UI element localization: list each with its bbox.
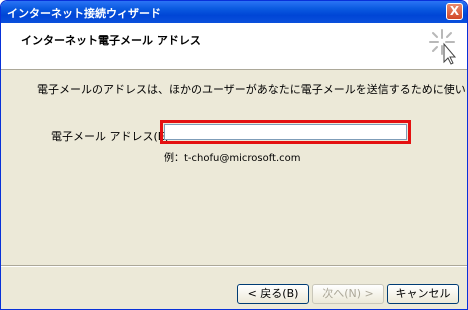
cancel-button[interactable]: キャンセル xyxy=(387,284,459,304)
wizard-content: 電子メールのアドレスは、ほかのユーザーがあなたに電子メールを送信するために使いま… xyxy=(1,70,467,265)
page-title: インターネット電子メール アドレス xyxy=(21,34,201,47)
email-address-input[interactable] xyxy=(160,120,411,144)
wizard-header: インターネット電子メール アドレス xyxy=(1,23,467,70)
email-address-label: 電子メール アドレス(E): xyxy=(51,130,173,143)
title-bar[interactable]: インターネット接続ウィザード X xyxy=(1,1,467,23)
back-button[interactable]: < 戻る(B) xyxy=(237,284,309,304)
email-example-text: 例：t-chofu@microsoft.com xyxy=(164,153,301,164)
window-title: インターネット接続ウィザード xyxy=(7,7,161,20)
wizard-sparkle-icon xyxy=(429,29,457,65)
close-button[interactable]: X xyxy=(446,3,463,20)
next-button[interactable]: 次へ(N) > xyxy=(312,284,384,304)
button-separator xyxy=(1,265,467,267)
description-text: 電子メールのアドレスは、ほかのユーザーがあなたに電子メールを送信するために使いま… xyxy=(37,83,468,96)
wizard-window: インターネット接続ウィザード X インターネット電子メール アドレス 電子メール… xyxy=(0,0,468,310)
